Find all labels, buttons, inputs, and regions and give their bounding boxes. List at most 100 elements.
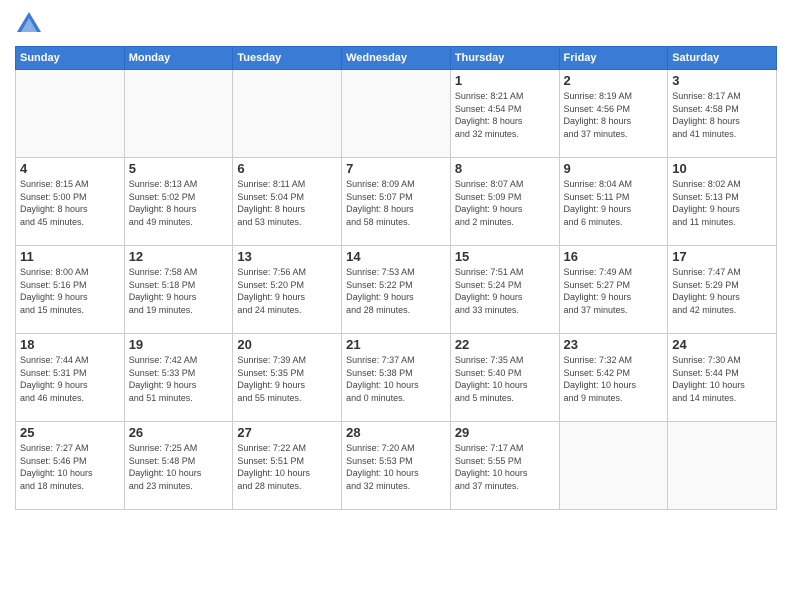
- week-row-0: 1 Sunrise: 8:21 AM Sunset: 4:54 PM Daylig…: [16, 70, 777, 158]
- day-info: Sunrise: 7:58 AM Sunset: 5:18 PM Dayligh…: [129, 266, 229, 316]
- day-number: 21: [346, 337, 446, 352]
- day-number: 4: [20, 161, 120, 176]
- calendar-cell: 19 Sunrise: 7:42 AM Sunset: 5:33 PM Dayli…: [124, 334, 233, 422]
- day-info: Sunrise: 8:09 AM Sunset: 5:07 PM Dayligh…: [346, 178, 446, 228]
- weekday-header-friday: Friday: [559, 47, 668, 70]
- logo: [15, 10, 47, 38]
- day-info: Sunrise: 7:35 AM Sunset: 5:40 PM Dayligh…: [455, 354, 555, 404]
- calendar-cell: [342, 70, 451, 158]
- calendar-cell: [559, 422, 668, 510]
- week-row-3: 18Sunrise: 7:44 AM Sunset: 5:31 PM Dayli…: [16, 334, 777, 422]
- calendar-cell: 18Sunrise: 7:44 AM Sunset: 5:31 PM Dayli…: [16, 334, 125, 422]
- day-number: 18: [20, 337, 120, 352]
- calendar-cell: 6Sunrise: 8:11 AM Sunset: 5:04 PM Daylig…: [233, 158, 342, 246]
- day-info: Sunrise: 8:15 AM Sunset: 5:00 PM Dayligh…: [20, 178, 120, 228]
- weekday-header-saturday: Saturday: [668, 47, 777, 70]
- day-number: 8: [455, 161, 555, 176]
- calendar-cell: 17 Sunrise: 7:47 AM Sunset: 5:29 PM Dayli…: [668, 246, 777, 334]
- week-row-2: 11 Sunrise: 8:00 AM Sunset: 5:16 PM Dayli…: [16, 246, 777, 334]
- weekday-header-wednesday: Wednesday: [342, 47, 451, 70]
- day-info: Sunrise: 8:21 AM Sunset: 4:54 PM Dayligh…: [455, 90, 555, 140]
- day-number: 14: [346, 249, 446, 264]
- day-number: 25: [20, 425, 120, 440]
- calendar-cell: 27 Sunrise: 7:22 AM Sunset: 5:51 PM Dayli…: [233, 422, 342, 510]
- day-info: Sunrise: 7:47 AM Sunset: 5:29 PM Dayligh…: [672, 266, 772, 316]
- day-number: 28: [346, 425, 446, 440]
- day-info: Sunrise: 8:13 AM Sunset: 5:02 PM Dayligh…: [129, 178, 229, 228]
- calendar-cell: 22 Sunrise: 7:35 AM Sunset: 5:40 PM Dayli…: [450, 334, 559, 422]
- calendar-cell: 20 Sunrise: 7:39 AM Sunset: 5:35 PM Dayli…: [233, 334, 342, 422]
- day-number: 22: [455, 337, 555, 352]
- day-info: Sunrise: 8:02 AM Sunset: 5:13 PM Dayligh…: [672, 178, 772, 228]
- calendar-cell: 16 Sunrise: 7:49 AM Sunset: 5:27 PM Dayli…: [559, 246, 668, 334]
- day-number: 26: [129, 425, 229, 440]
- week-row-4: 25 Sunrise: 7:27 AM Sunset: 5:46 PM Dayli…: [16, 422, 777, 510]
- calendar-cell: [668, 422, 777, 510]
- day-number: 17: [672, 249, 772, 264]
- calendar-cell: 25 Sunrise: 7:27 AM Sunset: 5:46 PM Dayli…: [16, 422, 125, 510]
- day-info: Sunrise: 7:56 AM Sunset: 5:20 PM Dayligh…: [237, 266, 337, 316]
- calendar-cell: 9 Sunrise: 8:04 AM Sunset: 5:11 PM Daylig…: [559, 158, 668, 246]
- day-info: Sunrise: 8:04 AM Sunset: 5:11 PM Dayligh…: [564, 178, 664, 228]
- calendar-cell: 5 Sunrise: 8:13 AM Sunset: 5:02 PM Daylig…: [124, 158, 233, 246]
- day-number: 13: [237, 249, 337, 264]
- day-info: Sunrise: 8:00 AM Sunset: 5:16 PM Dayligh…: [20, 266, 120, 316]
- calendar-cell: 11 Sunrise: 8:00 AM Sunset: 5:16 PM Dayli…: [16, 246, 125, 334]
- day-number: 2: [564, 73, 664, 88]
- weekday-header-thursday: Thursday: [450, 47, 559, 70]
- day-number: 5: [129, 161, 229, 176]
- calendar-cell: 24Sunrise: 7:30 AM Sunset: 5:44 PM Dayli…: [668, 334, 777, 422]
- calendar-cell: [124, 70, 233, 158]
- day-info: Sunrise: 7:49 AM Sunset: 5:27 PM Dayligh…: [564, 266, 664, 316]
- day-number: 15: [455, 249, 555, 264]
- day-number: 20: [237, 337, 337, 352]
- calendar-cell: 15 Sunrise: 7:51 AM Sunset: 5:24 PM Dayli…: [450, 246, 559, 334]
- calendar-cell: 8 Sunrise: 8:07 AM Sunset: 5:09 PM Daylig…: [450, 158, 559, 246]
- calendar-cell: [233, 70, 342, 158]
- header: [15, 10, 777, 38]
- day-number: 19: [129, 337, 229, 352]
- calendar-table: SundayMondayTuesdayWednesdayThursdayFrid…: [15, 46, 777, 510]
- day-info: Sunrise: 7:25 AM Sunset: 5:48 PM Dayligh…: [129, 442, 229, 492]
- day-info: Sunrise: 7:39 AM Sunset: 5:35 PM Dayligh…: [237, 354, 337, 404]
- day-info: Sunrise: 8:07 AM Sunset: 5:09 PM Dayligh…: [455, 178, 555, 228]
- calendar-cell: 29 Sunrise: 7:17 AM Sunset: 5:55 PM Dayli…: [450, 422, 559, 510]
- day-info: Sunrise: 7:51 AM Sunset: 5:24 PM Dayligh…: [455, 266, 555, 316]
- day-info: Sunrise: 7:42 AM Sunset: 5:33 PM Dayligh…: [129, 354, 229, 404]
- day-info: Sunrise: 8:11 AM Sunset: 5:04 PM Dayligh…: [237, 178, 337, 228]
- weekday-header-tuesday: Tuesday: [233, 47, 342, 70]
- day-info: Sunrise: 7:20 AM Sunset: 5:53 PM Dayligh…: [346, 442, 446, 492]
- calendar-cell: 4 Sunrise: 8:15 AM Sunset: 5:00 PM Daylig…: [16, 158, 125, 246]
- calendar-cell: 10Sunrise: 8:02 AM Sunset: 5:13 PM Dayli…: [668, 158, 777, 246]
- calendar-cell: 3 Sunrise: 8:17 AM Sunset: 4:58 PM Daylig…: [668, 70, 777, 158]
- day-number: 9: [564, 161, 664, 176]
- day-info: Sunrise: 7:32 AM Sunset: 5:42 PM Dayligh…: [564, 354, 664, 404]
- day-info: Sunrise: 7:27 AM Sunset: 5:46 PM Dayligh…: [20, 442, 120, 492]
- week-row-1: 4 Sunrise: 8:15 AM Sunset: 5:00 PM Daylig…: [16, 158, 777, 246]
- calendar-cell: 14 Sunrise: 7:53 AM Sunset: 5:22 PM Dayli…: [342, 246, 451, 334]
- day-info: Sunrise: 7:53 AM Sunset: 5:22 PM Dayligh…: [346, 266, 446, 316]
- day-number: 24: [672, 337, 772, 352]
- day-number: 3: [672, 73, 772, 88]
- calendar-cell: 23 Sunrise: 7:32 AM Sunset: 5:42 PM Dayli…: [559, 334, 668, 422]
- logo-icon: [15, 10, 43, 38]
- calendar-cell: 28 Sunrise: 7:20 AM Sunset: 5:53 PM Dayli…: [342, 422, 451, 510]
- day-number: 11: [20, 249, 120, 264]
- day-number: 1: [455, 73, 555, 88]
- page: SundayMondayTuesdayWednesdayThursdayFrid…: [0, 0, 792, 612]
- day-number: 27: [237, 425, 337, 440]
- day-info: Sunrise: 8:17 AM Sunset: 4:58 PM Dayligh…: [672, 90, 772, 140]
- day-info: Sunrise: 7:22 AM Sunset: 5:51 PM Dayligh…: [237, 442, 337, 492]
- day-info: Sunrise: 8:19 AM Sunset: 4:56 PM Dayligh…: [564, 90, 664, 140]
- calendar-cell: [16, 70, 125, 158]
- day-number: 12: [129, 249, 229, 264]
- day-info: Sunrise: 7:17 AM Sunset: 5:55 PM Dayligh…: [455, 442, 555, 492]
- calendar-cell: 21Sunrise: 7:37 AM Sunset: 5:38 PM Dayli…: [342, 334, 451, 422]
- day-number: 29: [455, 425, 555, 440]
- day-number: 16: [564, 249, 664, 264]
- calendar-cell: 12 Sunrise: 7:58 AM Sunset: 5:18 PM Dayli…: [124, 246, 233, 334]
- day-number: 23: [564, 337, 664, 352]
- calendar-cell: 13 Sunrise: 7:56 AM Sunset: 5:20 PM Dayli…: [233, 246, 342, 334]
- day-number: 7: [346, 161, 446, 176]
- weekday-header-monday: Monday: [124, 47, 233, 70]
